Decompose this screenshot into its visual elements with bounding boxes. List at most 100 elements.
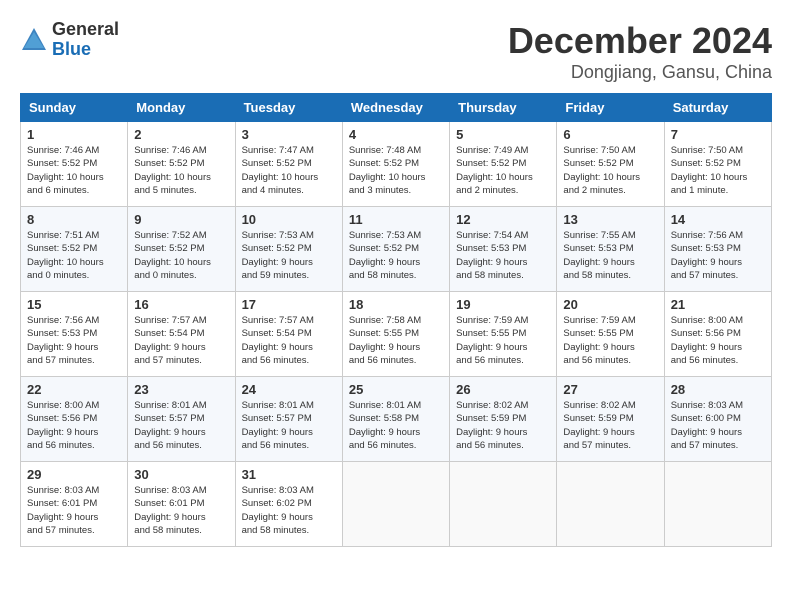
day-info: Sunrise: 7:56 AMSunset: 5:53 PMDaylight:… <box>671 229 765 282</box>
day-info: Sunrise: 8:03 AMSunset: 6:02 PMDaylight:… <box>242 484 336 537</box>
calendar-cell: 14 Sunrise: 7:56 AMSunset: 5:53 PMDayligh… <box>664 207 771 292</box>
calendar-cell: 19Sunrise: 7:59 AMSunset: 5:55 PMDayligh… <box>450 292 557 377</box>
weekday-header-row: SundayMondayTuesdayWednesdayThursdayFrid… <box>21 94 772 122</box>
day-number: 13 <box>563 212 657 227</box>
day-number: 15 <box>27 297 121 312</box>
calendar-cell: 20 Sunrise: 7:59 AMSunset: 5:55 PMDayligh… <box>557 292 664 377</box>
day-info: Sunrise: 7:55 AMSunset: 5:53 PMDaylight:… <box>563 229 657 282</box>
calendar-cell: 3 Sunrise: 7:47 AMSunset: 5:52 PMDaylight… <box>235 122 342 207</box>
calendar-cell: 18Sunrise: 7:58 AMSunset: 5:55 PMDayligh… <box>342 292 449 377</box>
day-number: 11 <box>349 212 443 227</box>
title-area: December 2024 Dongjiang, Gansu, China <box>508 20 772 83</box>
day-info: Sunrise: 7:48 AMSunset: 5:52 PMDaylight:… <box>349 144 443 197</box>
calendar-cell: 29 Sunrise: 8:03 AMSunset: 6:01 PMDayligh… <box>21 462 128 547</box>
week-row-2: 8 Sunrise: 7:51 AMSunset: 5:52 PMDaylight… <box>21 207 772 292</box>
calendar-cell <box>450 462 557 547</box>
weekday-header-friday: Friday <box>557 94 664 122</box>
day-number: 3 <box>242 127 336 142</box>
day-number: 4 <box>349 127 443 142</box>
calendar-cell: 25Sunrise: 8:01 AMSunset: 5:58 PMDayligh… <box>342 377 449 462</box>
calendar-cell: 8 Sunrise: 7:51 AMSunset: 5:52 PMDaylight… <box>21 207 128 292</box>
day-number: 2 <box>134 127 228 142</box>
weekday-header-wednesday: Wednesday <box>342 94 449 122</box>
day-number: 8 <box>27 212 121 227</box>
day-number: 22 <box>27 382 121 397</box>
logo-icon <box>20 26 48 54</box>
day-info: Sunrise: 7:54 AMSunset: 5:53 PMDaylight:… <box>456 229 550 282</box>
day-number: 14 <box>671 212 765 227</box>
day-info: Sunrise: 7:57 AMSunset: 5:54 PMDaylight:… <box>134 314 228 367</box>
calendar-cell: 7Sunrise: 7:50 AMSunset: 5:52 PMDaylight… <box>664 122 771 207</box>
week-row-4: 22 Sunrise: 8:00 AMSunset: 5:56 PMDayligh… <box>21 377 772 462</box>
calendar-cell: 23Sunrise: 8:01 AMSunset: 5:57 PMDayligh… <box>128 377 235 462</box>
weekday-header-thursday: Thursday <box>450 94 557 122</box>
calendar-cell: 24 Sunrise: 8:01 AMSunset: 5:57 PMDayligh… <box>235 377 342 462</box>
calendar-cell: 27 Sunrise: 8:02 AMSunset: 5:59 PMDayligh… <box>557 377 664 462</box>
day-number: 1 <box>27 127 121 142</box>
calendar-cell: 11 Sunrise: 7:53 AMSunset: 5:52 PMDayligh… <box>342 207 449 292</box>
day-info: Sunrise: 7:56 AMSunset: 5:53 PMDaylight:… <box>27 314 121 367</box>
day-info: Sunrise: 7:52 AMSunset: 5:52 PMDaylight:… <box>134 229 228 282</box>
day-info: Sunrise: 8:01 AMSunset: 5:57 PMDaylight:… <box>242 399 336 452</box>
weekday-header-tuesday: Tuesday <box>235 94 342 122</box>
day-info: Sunrise: 8:03 AMSunset: 6:00 PMDaylight:… <box>671 399 765 452</box>
day-number: 16 <box>134 297 228 312</box>
day-number: 7 <box>671 127 765 142</box>
day-info: Sunrise: 8:03 AMSunset: 6:01 PMDaylight:… <box>134 484 228 537</box>
day-number: 5 <box>456 127 550 142</box>
day-number: 23 <box>134 382 228 397</box>
day-info: Sunrise: 8:03 AMSunset: 6:01 PMDaylight:… <box>27 484 121 537</box>
day-info: Sunrise: 8:02 AMSunset: 5:59 PMDaylight:… <box>456 399 550 452</box>
day-info: Sunrise: 8:00 AMSunset: 5:56 PMDaylight:… <box>27 399 121 452</box>
day-number: 25 <box>349 382 443 397</box>
day-number: 28 <box>671 382 765 397</box>
calendar-cell: 1 Sunrise: 7:46 AMSunset: 5:52 PMDaylight… <box>21 122 128 207</box>
day-info: Sunrise: 7:46 AMSunset: 5:52 PMDaylight:… <box>27 144 121 197</box>
day-info: Sunrise: 7:59 AMSunset: 5:55 PMDaylight:… <box>563 314 657 367</box>
day-number: 12 <box>456 212 550 227</box>
logo-text: General Blue <box>52 20 119 60</box>
calendar-cell <box>557 462 664 547</box>
day-number: 9 <box>134 212 228 227</box>
day-info: Sunrise: 7:47 AMSunset: 5:52 PMDaylight:… <box>242 144 336 197</box>
week-row-5: 29 Sunrise: 8:03 AMSunset: 6:01 PMDayligh… <box>21 462 772 547</box>
day-info: Sunrise: 7:58 AMSunset: 5:55 PMDaylight:… <box>349 314 443 367</box>
weekday-header-monday: Monday <box>128 94 235 122</box>
day-info: Sunrise: 7:51 AMSunset: 5:52 PMDaylight:… <box>27 229 121 282</box>
calendar-cell: 31 Sunrise: 8:03 AMSunset: 6:02 PMDayligh… <box>235 462 342 547</box>
day-number: 10 <box>242 212 336 227</box>
logo: General Blue <box>20 20 119 60</box>
calendar-cell: 26 Sunrise: 8:02 AMSunset: 5:59 PMDayligh… <box>450 377 557 462</box>
calendar-cell <box>342 462 449 547</box>
day-info: Sunrise: 7:59 AMSunset: 5:55 PMDaylight:… <box>456 314 550 367</box>
day-number: 20 <box>563 297 657 312</box>
calendar-cell: 21 Sunrise: 8:00 AMSunset: 5:56 PMDayligh… <box>664 292 771 377</box>
calendar-cell: 5 Sunrise: 7:49 AMSunset: 5:52 PMDaylight… <box>450 122 557 207</box>
day-info: Sunrise: 7:53 AMSunset: 5:52 PMDaylight:… <box>242 229 336 282</box>
calendar-cell: 22 Sunrise: 8:00 AMSunset: 5:56 PMDayligh… <box>21 377 128 462</box>
day-number: 31 <box>242 467 336 482</box>
month-title: December 2024 <box>508 20 772 62</box>
logo-blue-label: Blue <box>52 40 119 60</box>
day-number: 26 <box>456 382 550 397</box>
day-number: 21 <box>671 297 765 312</box>
day-number: 29 <box>27 467 121 482</box>
day-info: Sunrise: 7:53 AMSunset: 5:52 PMDaylight:… <box>349 229 443 282</box>
day-info: Sunrise: 7:57 AMSunset: 5:54 PMDaylight:… <box>242 314 336 367</box>
calendar-cell <box>664 462 771 547</box>
calendar-cell: 13 Sunrise: 7:55 AMSunset: 5:53 PMDayligh… <box>557 207 664 292</box>
day-info: Sunrise: 7:49 AMSunset: 5:52 PMDaylight:… <box>456 144 550 197</box>
calendar-cell: 28 Sunrise: 8:03 AMSunset: 6:00 PMDayligh… <box>664 377 771 462</box>
day-info: Sunrise: 8:00 AMSunset: 5:56 PMDaylight:… <box>671 314 765 367</box>
calendar-cell: 15 Sunrise: 7:56 AMSunset: 5:53 PMDayligh… <box>21 292 128 377</box>
day-number: 27 <box>563 382 657 397</box>
day-info: Sunrise: 8:02 AMSunset: 5:59 PMDaylight:… <box>563 399 657 452</box>
location-title: Dongjiang, Gansu, China <box>508 62 772 83</box>
calendar-cell: 6Sunrise: 7:50 AMSunset: 5:52 PMDaylight… <box>557 122 664 207</box>
week-row-1: 1 Sunrise: 7:46 AMSunset: 5:52 PMDaylight… <box>21 122 772 207</box>
day-number: 6 <box>563 127 657 142</box>
calendar-cell: 2Sunrise: 7:46 AMSunset: 5:52 PMDaylight… <box>128 122 235 207</box>
calendar-table: SundayMondayTuesdayWednesdayThursdayFrid… <box>20 93 772 547</box>
calendar-cell: 17Sunrise: 7:57 AMSunset: 5:54 PMDayligh… <box>235 292 342 377</box>
day-number: 24 <box>242 382 336 397</box>
